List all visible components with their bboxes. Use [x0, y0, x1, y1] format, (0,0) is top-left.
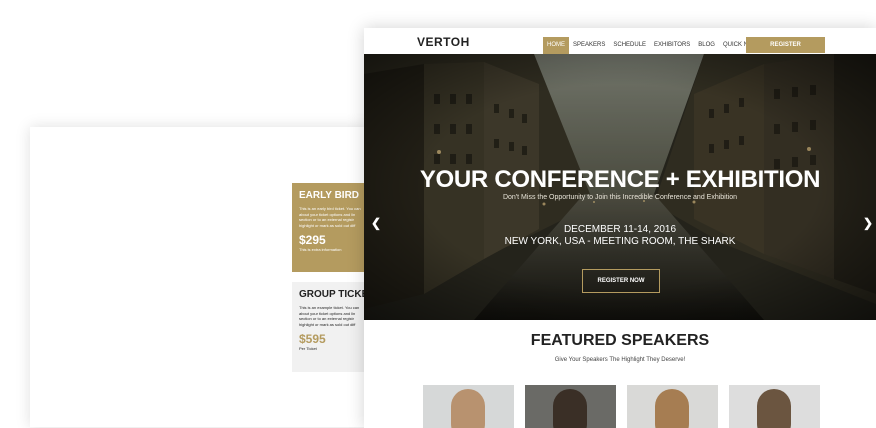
ticket-price: $295	[299, 233, 326, 247]
speaker-photo[interactable]	[423, 385, 514, 428]
nav-item-speakers[interactable]: SPEAKERS	[569, 37, 609, 54]
ticket-price: $595	[299, 332, 326, 346]
chevron-left-icon[interactable]: ❮	[371, 216, 381, 230]
ticket-card-group[interactable]: GROUP TICKET This is an example ticket. …	[292, 282, 372, 372]
ticket-title: GROUP TICKET	[299, 289, 372, 300]
ticket-card-early-bird[interactable]: EARLY BIRD This is an early bird ticket.…	[292, 183, 372, 272]
nav-item-home[interactable]: HOME	[543, 37, 569, 54]
event-venue: NEW YORK, USA - MEETING ROOM, THE SHARK	[504, 236, 736, 247]
register-now-button[interactable]: REGISTER NOW	[582, 269, 660, 293]
ticket-description: This is an example ticket. You can about…	[299, 305, 360, 327]
ticket-title: EARLY BIRD	[299, 190, 360, 201]
event-date: DECEMBER 11-14, 2016	[563, 224, 677, 235]
ticket-description: This is an early bird ticket. You can ab…	[299, 206, 361, 228]
main-nav: HOME SPEAKERS SCHEDULE EXHIBITORS BLOG Q…	[543, 37, 760, 54]
register-button[interactable]: REGISTER	[746, 37, 825, 53]
background-page-card	[30, 127, 370, 427]
featured-speakers-title: FEATURED SPEAKERS	[530, 332, 710, 349]
featured-speakers-subtitle: Give Your Speakers The Highlight They De…	[554, 357, 686, 363]
nav-item-blog[interactable]: BLOG	[694, 37, 719, 54]
speaker-photo[interactable]	[627, 385, 718, 428]
ticket-price-note: Per Ticket	[299, 346, 317, 351]
site-logo[interactable]: VERTOH	[417, 35, 470, 49]
speaker-photo[interactable]	[525, 385, 616, 428]
chevron-down-icon[interactable]: ⌄	[615, 316, 623, 320]
speaker-photo[interactable]	[729, 385, 820, 428]
hero-subtitle: Don't Miss the Opportunity to Join this …	[502, 194, 738, 201]
chevron-right-icon[interactable]: ❯	[863, 216, 873, 230]
website-preview: VERTOH HOME SPEAKERS SCHEDULE EXHIBITORS…	[364, 28, 876, 428]
nav-item-exhibitors[interactable]: EXHIBITORS	[650, 37, 694, 54]
ticket-price-note: This is extra information	[299, 247, 342, 252]
header-bar: VERTOH HOME SPEAKERS SCHEDULE EXHIBITORS…	[364, 28, 876, 54]
hero-title: YOUR CONFERENCE + EXHIBITION	[419, 166, 821, 193]
nav-item-schedule[interactable]: SCHEDULE	[609, 37, 650, 54]
hero-banner: YOUR CONFERENCE + EXHIBITION Don't Miss …	[364, 54, 876, 320]
